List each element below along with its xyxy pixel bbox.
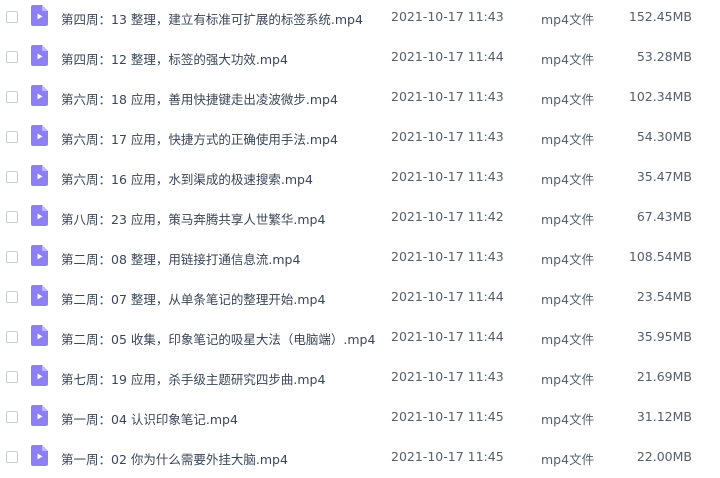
file-size: 22.00MB xyxy=(636,449,692,464)
file-name[interactable]: 第一周：02 你为什么需要外挂大脑.mp4 xyxy=(61,449,288,468)
file-modified-date: 2021-10-17 11:43 xyxy=(391,9,504,24)
file-name[interactable]: 第二周：05 收集，印象笔记的吸星大法（电脑端）.mp4 xyxy=(61,329,375,348)
video-file-icon xyxy=(31,165,48,186)
file-modified-date: 2021-10-17 11:43 xyxy=(391,249,504,264)
file-row[interactable]: 第六周：17 应用，快捷方式的正确使用手法.mp4 2021-10-17 11:4… xyxy=(0,118,720,158)
file-row[interactable]: 第七周：19 应用，杀手级主题研究四步曲.mp4 2021-10-17 11:43… xyxy=(0,358,720,398)
video-file-icon xyxy=(31,245,48,266)
row-checkbox[interactable] xyxy=(6,411,18,423)
file-name[interactable]: 第一周：04 认识印象笔记.mp4 xyxy=(61,409,238,428)
file-name[interactable]: 第二周：08 整理，用链接打通信息流.mp4 xyxy=(61,249,300,268)
file-size: 35.95MB xyxy=(636,329,692,344)
file-type: mp4文件 xyxy=(541,412,595,427)
file-modified-date: 2021-10-17 11:43 xyxy=(391,129,504,144)
file-row[interactable]: 第四周：12 整理，标签的强大功效.mp4 2021-10-17 11:44 mp4… xyxy=(0,38,720,78)
file-row[interactable]: 第二周：08 整理，用链接打通信息流.mp4 2021-10-17 11:43 mp… xyxy=(0,238,720,278)
file-size: 108.54MB xyxy=(628,249,692,264)
file-size: 21.69MB xyxy=(636,369,692,384)
file-row[interactable]: 第一周：02 你为什么需要外挂大脑.mp4 2021-10-17 11:45 mp4… xyxy=(0,438,720,478)
file-modified-date: 2021-10-17 11:45 xyxy=(391,449,504,464)
file-modified-date: 2021-10-17 11:44 xyxy=(391,289,504,304)
file-size: 53.28MB xyxy=(636,49,692,64)
row-checkbox[interactable] xyxy=(6,251,18,263)
video-file-icon xyxy=(31,405,48,426)
file-type: mp4文件 xyxy=(541,172,595,187)
file-modified-date: 2021-10-17 11:43 xyxy=(391,89,504,104)
video-file-icon xyxy=(31,445,48,466)
file-name[interactable]: 第七周：19 应用，杀手级主题研究四步曲.mp4 xyxy=(61,369,325,388)
row-checkbox[interactable] xyxy=(6,371,18,383)
video-file-icon xyxy=(31,365,48,386)
row-checkbox[interactable] xyxy=(6,331,18,343)
file-type: mp4文件 xyxy=(541,92,595,107)
file-size: 23.54MB xyxy=(636,289,692,304)
file-modified-date: 2021-10-17 11:42 xyxy=(391,209,504,224)
file-type: mp4文件 xyxy=(541,332,595,347)
file-modified-date: 2021-10-17 11:43 xyxy=(391,169,504,184)
file-row[interactable]: 第四周：13 整理，建立有标准可扩展的标签系统.mp4 2021-10-17 11… xyxy=(0,0,720,38)
file-row[interactable]: 第六周：18 应用，善用快捷键走出凌波微步.mp4 2021-10-17 11:4… xyxy=(0,78,720,118)
file-name[interactable]: 第四周：12 整理，标签的强大功效.mp4 xyxy=(61,49,288,68)
file-type: mp4文件 xyxy=(541,372,595,387)
file-modified-date: 2021-10-17 11:44 xyxy=(391,329,504,344)
row-checkbox[interactable] xyxy=(6,291,18,303)
video-file-icon xyxy=(31,45,48,66)
file-name[interactable]: 第六周：16 应用，水到渠成的极速搜索.mp4 xyxy=(61,169,313,188)
file-name[interactable]: 第六周：17 应用，快捷方式的正确使用手法.mp4 xyxy=(61,129,338,148)
row-checkbox[interactable] xyxy=(6,171,18,183)
row-checkbox[interactable] xyxy=(6,211,18,223)
file-size: 35.47MB xyxy=(636,169,692,184)
file-type: mp4文件 xyxy=(541,212,595,227)
file-row[interactable]: 第二周：05 收集，印象笔记的吸星大法（电脑端）.mp4 2021-10-17 1… xyxy=(0,318,720,358)
file-size: 67.43MB xyxy=(636,209,692,224)
file-type: mp4文件 xyxy=(541,252,595,267)
row-checkbox[interactable] xyxy=(6,131,18,143)
file-size: 31.12MB xyxy=(636,409,692,424)
file-type: mp4文件 xyxy=(541,52,595,67)
row-checkbox[interactable] xyxy=(6,91,18,103)
file-size: 54.30MB xyxy=(636,129,692,144)
file-type: mp4文件 xyxy=(541,132,595,147)
row-checkbox[interactable] xyxy=(6,11,18,23)
file-name[interactable]: 第八周：23 应用，策马奔腾共享人世繁华.mp4 xyxy=(61,209,325,228)
file-name[interactable]: 第四周：13 整理，建立有标准可扩展的标签系统.mp4 xyxy=(61,9,363,28)
file-modified-date: 2021-10-17 11:43 xyxy=(391,369,504,384)
video-file-icon xyxy=(31,285,48,306)
file-row[interactable]: 第六周：16 应用，水到渠成的极速搜索.mp4 2021-10-17 11:43 m… xyxy=(0,158,720,198)
row-checkbox[interactable] xyxy=(6,51,18,63)
video-file-icon xyxy=(31,5,48,26)
video-file-icon xyxy=(31,205,48,226)
file-row[interactable]: 第八周：23 应用，策马奔腾共享人世繁华.mp4 2021-10-17 11:42… xyxy=(0,198,720,238)
video-file-icon xyxy=(31,125,48,146)
file-row[interactable]: 第二周：07 整理，从单条笔记的整理开始.mp4 2021-10-17 11:44… xyxy=(0,278,720,318)
row-checkbox[interactable] xyxy=(6,451,18,463)
file-type: mp4文件 xyxy=(541,452,595,467)
file-list: 第四周：13 整理，建立有标准可扩展的标签系统.mp4 2021-10-17 11… xyxy=(0,0,720,478)
file-row[interactable]: 第一周：04 认识印象笔记.mp4 2021-10-17 11:45 mp4文件 31… xyxy=(0,398,720,438)
file-name[interactable]: 第二周：07 整理，从单条笔记的整理开始.mp4 xyxy=(61,289,325,308)
video-file-icon xyxy=(31,325,48,346)
file-modified-date: 2021-10-17 11:45 xyxy=(391,409,504,424)
file-type: mp4文件 xyxy=(541,12,595,27)
file-size: 102.34MB xyxy=(628,89,692,104)
file-size: 152.45MB xyxy=(628,9,692,24)
video-file-icon xyxy=(31,85,48,106)
file-type: mp4文件 xyxy=(541,292,595,307)
file-name[interactable]: 第六周：18 应用，善用快捷键走出凌波微步.mp4 xyxy=(61,89,338,108)
file-modified-date: 2021-10-17 11:44 xyxy=(391,49,504,64)
